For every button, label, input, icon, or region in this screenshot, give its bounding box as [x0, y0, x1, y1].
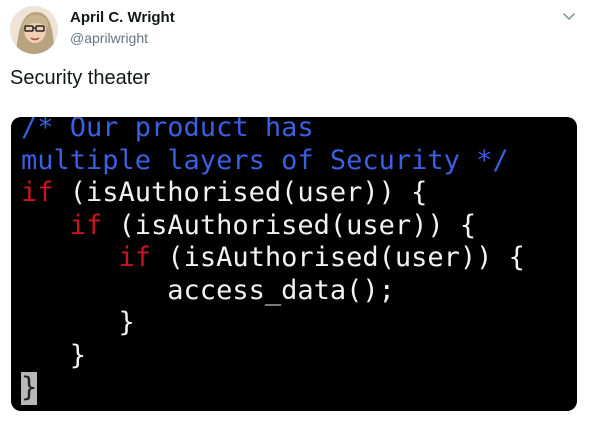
code-text: } — [21, 339, 87, 371]
code-line: /* Our product has — [21, 117, 525, 145]
code-text: (isAuthorised(user)) { — [53, 177, 428, 208]
code-line: access_data(); — [21, 275, 525, 308]
code-text: (isAuthorised(user)) { — [151, 242, 525, 273]
author-handle[interactable]: @aprilwright — [70, 28, 175, 48]
code-text: (isAuthorised(user)) { — [102, 209, 477, 241]
code-line: multiple layers of Security */ — [21, 145, 525, 178]
code-line: if (isAuthorised(user)) { — [21, 177, 525, 210]
tweet-header: April C. Wright @aprilwright — [10, 6, 579, 56]
code-keyword: if — [118, 242, 152, 273]
code-comment: multiple layers of Security */ — [21, 144, 509, 176]
code-cursor: } — [21, 372, 38, 405]
code-keyword: if — [21, 177, 54, 208]
code-line: if (isAuthorised(user)) { — [21, 210, 525, 243]
code-line: if (isAuthorised(user)) { — [21, 242, 525, 275]
code-line: } — [21, 340, 525, 373]
code-line: } — [21, 372, 525, 405]
code-text: access_data(); — [21, 274, 395, 306]
code-keyword: if — [69, 209, 103, 241]
code-block: /* Our product has multiple layers of Sec… — [21, 117, 525, 405]
code-text: } — [21, 307, 135, 338]
avatar-photo-icon — [10, 6, 58, 54]
code-comment: /* Our product has — [21, 117, 314, 143]
tweet-media-image[interactable]: /* Our product has multiple layers of Sec… — [11, 117, 577, 411]
tweet-text: Security theater — [10, 67, 151, 89]
author-block: April C. Wright @aprilwright — [70, 8, 175, 48]
chevron-down-icon[interactable] — [561, 8, 577, 24]
avatar[interactable] — [10, 6, 58, 54]
code-line: } — [21, 307, 525, 340]
author-name[interactable]: April C. Wright — [70, 8, 175, 28]
